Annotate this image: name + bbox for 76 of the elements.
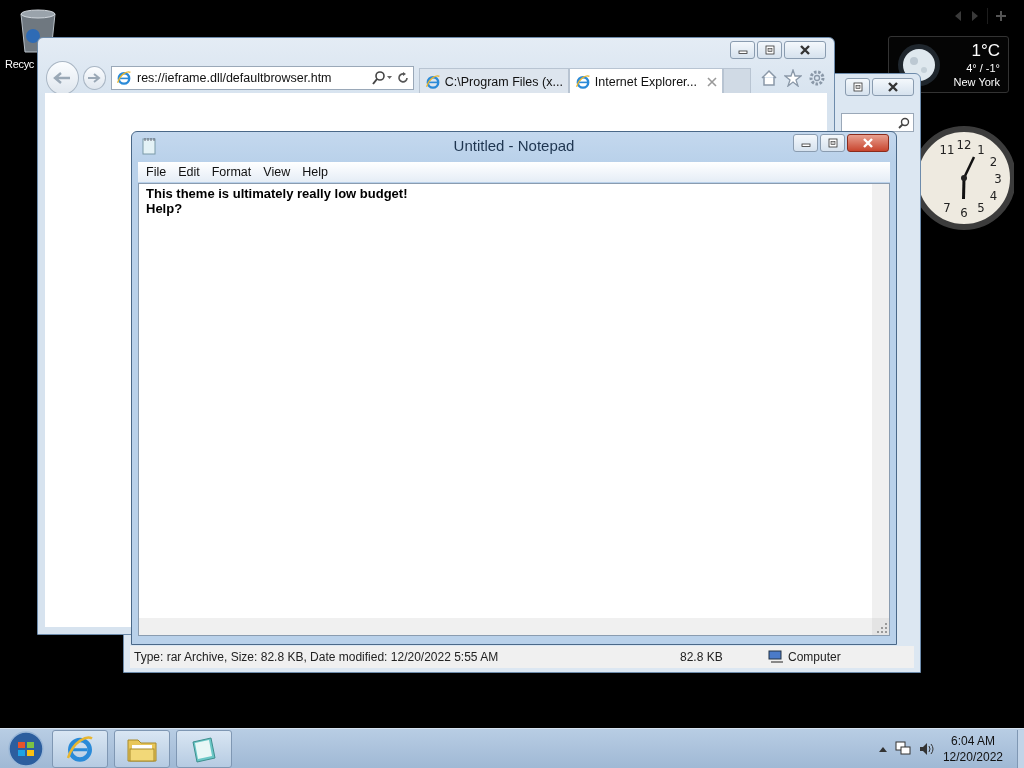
text-area[interactable]: This theme is ultimately really low budget! Help?: [138, 183, 890, 636]
minimize-button[interactable]: [793, 134, 818, 152]
back-arrow-icon: [52, 71, 73, 85]
clock-numeral: 6: [960, 205, 968, 220]
clock-numeral: 3: [994, 171, 1002, 186]
close-button[interactable]: [847, 134, 889, 152]
clock-time[interactable]: 6:04 AM: [950, 733, 995, 749]
add-gadget-icon[interactable]: [987, 8, 1007, 24]
menu-item[interactable]: Edit: [173, 165, 205, 179]
network-icon[interactable]: [894, 741, 911, 757]
show-desktop-button[interactable]: [1017, 730, 1024, 768]
browser-icon: [424, 73, 441, 90]
clock-numeral: 12: [956, 137, 972, 152]
close-icon: [862, 138, 874, 148]
maximize-icon: [852, 82, 863, 92]
address-bar[interactable]: res://ieframe.dll/defaultbrowser.htm: [111, 66, 414, 90]
show-hidden-icons-icon[interactable]: [878, 746, 887, 752]
maximize-icon: [827, 138, 838, 148]
start-button[interactable]: [6, 730, 46, 768]
notepad-icon: [142, 137, 156, 155]
refresh-icon[interactable]: [396, 72, 409, 84]
taskbar-button[interactable]: [52, 730, 108, 768]
maximize-button[interactable]: [820, 134, 845, 152]
clock-numeral: 11: [939, 141, 955, 157]
forward-button[interactable]: [82, 66, 106, 90]
maximize-button[interactable]: [845, 78, 870, 96]
status-location: Computer: [788, 650, 841, 664]
menu-item[interactable]: File: [141, 165, 172, 179]
minimize-button[interactable]: [730, 41, 755, 59]
home-icon[interactable]: [760, 69, 778, 87]
status-size: 82.8 KB: [680, 650, 724, 664]
clock-date[interactable]: 12/20/2022: [942, 749, 1003, 765]
volume-icon[interactable]: [918, 741, 935, 757]
star-icon[interactable]: [784, 69, 802, 87]
clock-numeral: 7: [943, 200, 951, 216]
taskbar-button[interactable]: [114, 730, 170, 768]
browser-icon: [574, 73, 591, 90]
browser-icon: [116, 70, 132, 86]
back-button[interactable]: [46, 61, 79, 95]
close-button[interactable]: [784, 41, 826, 59]
browser-tab[interactable]: Internet Explorer...: [568, 68, 723, 94]
city-text: New York: [953, 75, 1000, 89]
temperature-text: 1°C: [971, 41, 1000, 61]
horizontal-scrollbar[interactable]: [139, 618, 872, 635]
clock-numeral: 5: [977, 200, 985, 216]
close-icon: [799, 45, 811, 55]
vertical-scrollbar[interactable]: [872, 184, 889, 618]
temperature-range-text: 4° / -1°: [966, 61, 1000, 75]
text-line: Help?: [146, 201, 184, 216]
close-icon: [887, 82, 899, 92]
browser-tab[interactable]: C:\Program Files (x...: [418, 68, 569, 94]
computer-icon: [768, 650, 784, 664]
clock-numeral: 4: [989, 188, 998, 203]
address-text: res://ieframe.dll/defaultbrowser.htm: [137, 71, 333, 85]
maximize-icon: [764, 45, 775, 55]
settings-icon[interactable]: [808, 69, 826, 87]
clock-numeral: 1: [977, 141, 985, 157]
maximize-button[interactable]: [757, 41, 782, 59]
clock-numeral: 2: [989, 154, 998, 169]
window-title: Untitled - Notepad: [453, 137, 575, 154]
desktop-icon-label[interactable]: Recyc: [5, 58, 35, 70]
search-icon[interactable]: [371, 71, 392, 85]
search-icon: [898, 116, 910, 129]
menu-item[interactable]: Help: [297, 165, 333, 179]
size-grip-icon[interactable]: [872, 618, 889, 635]
menu-item[interactable]: Format: [206, 165, 257, 179]
close-button[interactable]: [872, 78, 914, 96]
notepad-icon: [189, 734, 219, 764]
status-text: Type: rar Archive, Size: 82.8 KB, Date modified: 12/20/2022 5:55 AM: [134, 650, 500, 664]
forward-arrow-icon: [87, 72, 102, 84]
search-field[interactable]: [841, 113, 914, 132]
text-line: This theme is ultimately really low budget!: [146, 186, 408, 201]
taskbar-button[interactable]: [176, 730, 232, 768]
close-tab-icon[interactable]: [707, 76, 717, 87]
menu-item[interactable]: View: [258, 165, 296, 179]
browser-icon: [65, 734, 95, 764]
